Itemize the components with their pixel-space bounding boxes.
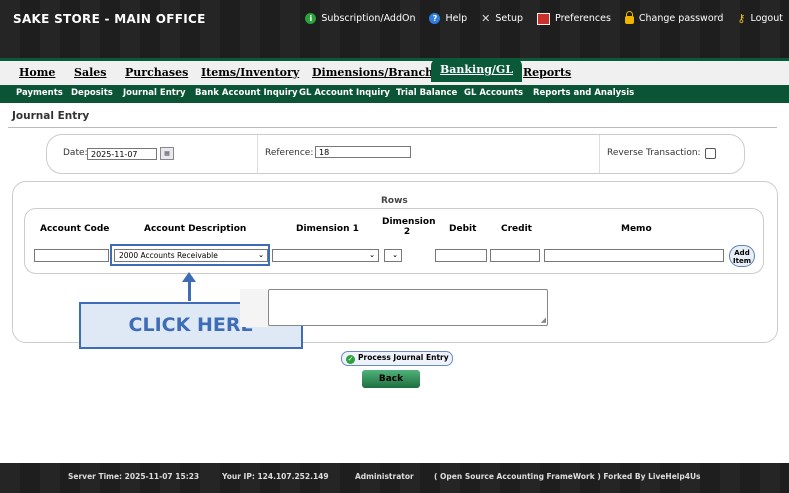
submenu-reports-and-analysis[interactable]: Reports and Analysis bbox=[533, 88, 634, 98]
add-item-line2: Item bbox=[733, 257, 751, 265]
memo-input[interactable] bbox=[544, 249, 724, 262]
add-item-button[interactable]: Add Item bbox=[729, 245, 755, 267]
process-journal-entry-button[interactable]: ✓ Process Journal Entry bbox=[341, 351, 453, 366]
back-button[interactable]: Back bbox=[362, 370, 420, 388]
col-memo: Memo bbox=[621, 224, 652, 234]
preferences-label: Preferences bbox=[555, 13, 611, 24]
help-link[interactable]: ? Help bbox=[429, 13, 467, 24]
page-title: Journal Entry bbox=[12, 110, 90, 122]
setup-label: Setup bbox=[495, 13, 524, 24]
lock-icon bbox=[624, 11, 634, 24]
change-password-label: Change password bbox=[638, 13, 724, 24]
info-green-icon: i bbox=[305, 13, 317, 24]
credits-text: ( Open Source Accounting FrameWork ) For… bbox=[434, 472, 701, 481]
calendar-icon[interactable]: ▦ bbox=[160, 147, 174, 160]
sub-menu: Payments Deposits Journal Entry Bank Acc… bbox=[0, 85, 789, 103]
submenu-gl-account-inquiry[interactable]: GL Account Inquiry bbox=[299, 88, 390, 98]
menu-home[interactable]: Home bbox=[19, 66, 55, 79]
ip-address: Your IP: 124.107.252.149 bbox=[222, 472, 329, 481]
submenu-trial-balance[interactable]: Trial Balance bbox=[396, 88, 457, 98]
subscription-link[interactable]: i Subscription/AddOn bbox=[305, 13, 415, 24]
change-password-link[interactable]: Change password bbox=[624, 11, 724, 24]
user-name: Administrator bbox=[355, 472, 414, 481]
menu-purchases[interactable]: Purchases bbox=[125, 66, 188, 79]
date-label: Date: bbox=[63, 148, 88, 158]
col-credit: Credit bbox=[501, 224, 532, 234]
col-dimension-2: Dimension 2 bbox=[382, 217, 436, 237]
menu-items-inventory[interactable]: Items/Inventory bbox=[201, 66, 299, 79]
reverse-transaction-label: Reverse Transaction: bbox=[607, 148, 701, 158]
col-dimension-2-line1: Dimension bbox=[382, 217, 436, 227]
submenu-bank-account-inquiry[interactable]: Bank Account Inquiry bbox=[195, 88, 298, 98]
memo-textarea[interactable]: ◢ bbox=[268, 289, 548, 326]
menu-reports[interactable]: Reports bbox=[523, 66, 571, 79]
journal-header-box: Date: 2025-11-07 ▦ Reference: 18 Reverse… bbox=[46, 134, 745, 174]
col-debit: Debit bbox=[449, 224, 477, 234]
menu-banking-gl[interactable]: Banking/GL bbox=[431, 58, 523, 82]
process-label: Process Journal Entry bbox=[358, 353, 449, 362]
footer: Server Time: 2025-11-07 15:23 Your IP: 1… bbox=[0, 463, 789, 493]
reference-label: Reference: bbox=[265, 148, 314, 158]
col-dimension-2-line2: 2 bbox=[403, 227, 411, 237]
chevron-down-icon: ⌄ bbox=[392, 251, 398, 259]
main-menu: Home Sales Purchases Items/Inventory Dim… bbox=[0, 58, 789, 85]
help-icon: ? bbox=[429, 13, 441, 24]
resize-handle-icon[interactable]: ◢ bbox=[541, 316, 546, 324]
col-account-code: Account Code bbox=[40, 224, 110, 234]
header-separator bbox=[257, 135, 258, 173]
preferences-link[interactable]: Preferences bbox=[537, 12, 611, 25]
reference-input[interactable]: 18 bbox=[315, 146, 411, 158]
submenu-deposits[interactable]: Deposits bbox=[71, 88, 113, 98]
memo-label-cell bbox=[240, 289, 268, 327]
app-title: SAKE STORE - MAIN OFFICE bbox=[13, 12, 206, 26]
menu-dimensions-branch[interactable]: Dimensions/Branch bbox=[312, 66, 433, 79]
tools-icon: ✕ bbox=[481, 12, 491, 25]
logout-label: Logout bbox=[750, 13, 783, 24]
top-header: SAKE STORE - MAIN OFFICE i Subscription/… bbox=[0, 0, 789, 58]
submenu-payments[interactable]: Payments bbox=[16, 88, 63, 98]
account-code-input[interactable] bbox=[34, 249, 109, 262]
dimension-2-select[interactable]: ⌄ bbox=[384, 249, 402, 262]
setup-link[interactable]: ✕ Setup bbox=[481, 12, 523, 25]
title-divider bbox=[8, 127, 777, 128]
credit-input[interactable] bbox=[490, 249, 540, 262]
key-icon: ⚷ bbox=[737, 12, 746, 25]
help-label: Help bbox=[445, 13, 468, 24]
preferences-icon bbox=[537, 12, 551, 25]
reverse-transaction-checkbox[interactable] bbox=[705, 148, 716, 159]
server-time: Server Time: 2025-11-07 15:23 bbox=[68, 472, 200, 481]
check-icon: ✓ bbox=[346, 355, 355, 364]
header-separator-2 bbox=[599, 135, 600, 173]
chevron-down-icon: ⌄ bbox=[369, 251, 375, 259]
dimension-1-select[interactable]: ⌄ bbox=[272, 249, 379, 262]
top-links: i Subscription/AddOn ? Help ✕ Setup Pref… bbox=[305, 11, 783, 25]
debit-input[interactable] bbox=[435, 249, 487, 262]
col-dimension-1: Dimension 1 bbox=[296, 224, 359, 234]
account-select-highlight bbox=[110, 244, 270, 266]
arrow-shaft bbox=[188, 281, 191, 301]
logout-link[interactable]: ⚷ Logout bbox=[737, 12, 783, 25]
submenu-gl-accounts[interactable]: GL Accounts bbox=[464, 88, 523, 98]
col-account-description: Account Description bbox=[144, 224, 247, 234]
subscription-label: Subscription/AddOn bbox=[321, 13, 416, 24]
rows-title: Rows bbox=[381, 196, 408, 206]
submenu-journal-entry[interactable]: Journal Entry bbox=[123, 88, 186, 98]
add-item-line1: Add bbox=[734, 249, 750, 257]
menu-sales[interactable]: Sales bbox=[74, 66, 106, 79]
date-input[interactable]: 2025-11-07 bbox=[87, 148, 157, 160]
